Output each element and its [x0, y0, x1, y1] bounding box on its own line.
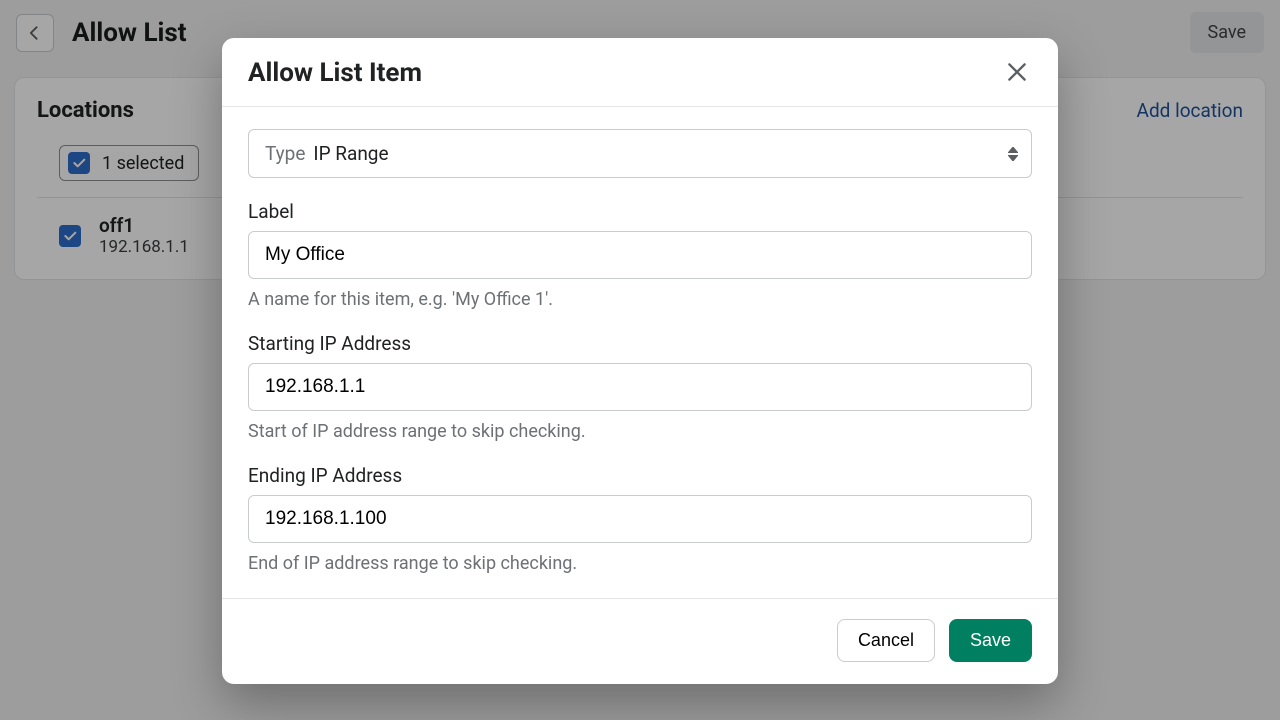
type-select[interactable]: Type IP Range	[248, 129, 1032, 178]
save-button[interactable]: Save	[949, 619, 1032, 662]
start-ip-help: Start of IP address range to skip checki…	[248, 421, 1032, 442]
modal-title: Allow List Item	[248, 58, 422, 88]
close-icon	[1004, 59, 1030, 85]
type-value: IP Range	[313, 142, 388, 165]
label-field-label: Label	[248, 200, 1032, 223]
start-ip-input[interactable]	[248, 363, 1032, 411]
end-ip-help: End of IP address range to skip checking…	[248, 553, 1032, 574]
end-ip-input[interactable]	[248, 495, 1032, 543]
allow-list-item-modal: Allow List Item Type IP Range Label A	[222, 38, 1058, 684]
cancel-button[interactable]: Cancel	[837, 619, 935, 662]
modal-close-button[interactable]	[1002, 58, 1032, 88]
label-help: A name for this item, e.g. 'My Office 1'…	[248, 289, 1032, 310]
end-ip-label: Ending IP Address	[248, 464, 1032, 487]
select-caret-icon	[1008, 147, 1018, 161]
label-input[interactable]	[248, 231, 1032, 279]
start-ip-label: Starting IP Address	[248, 332, 1032, 355]
type-label: Type	[265, 142, 305, 165]
